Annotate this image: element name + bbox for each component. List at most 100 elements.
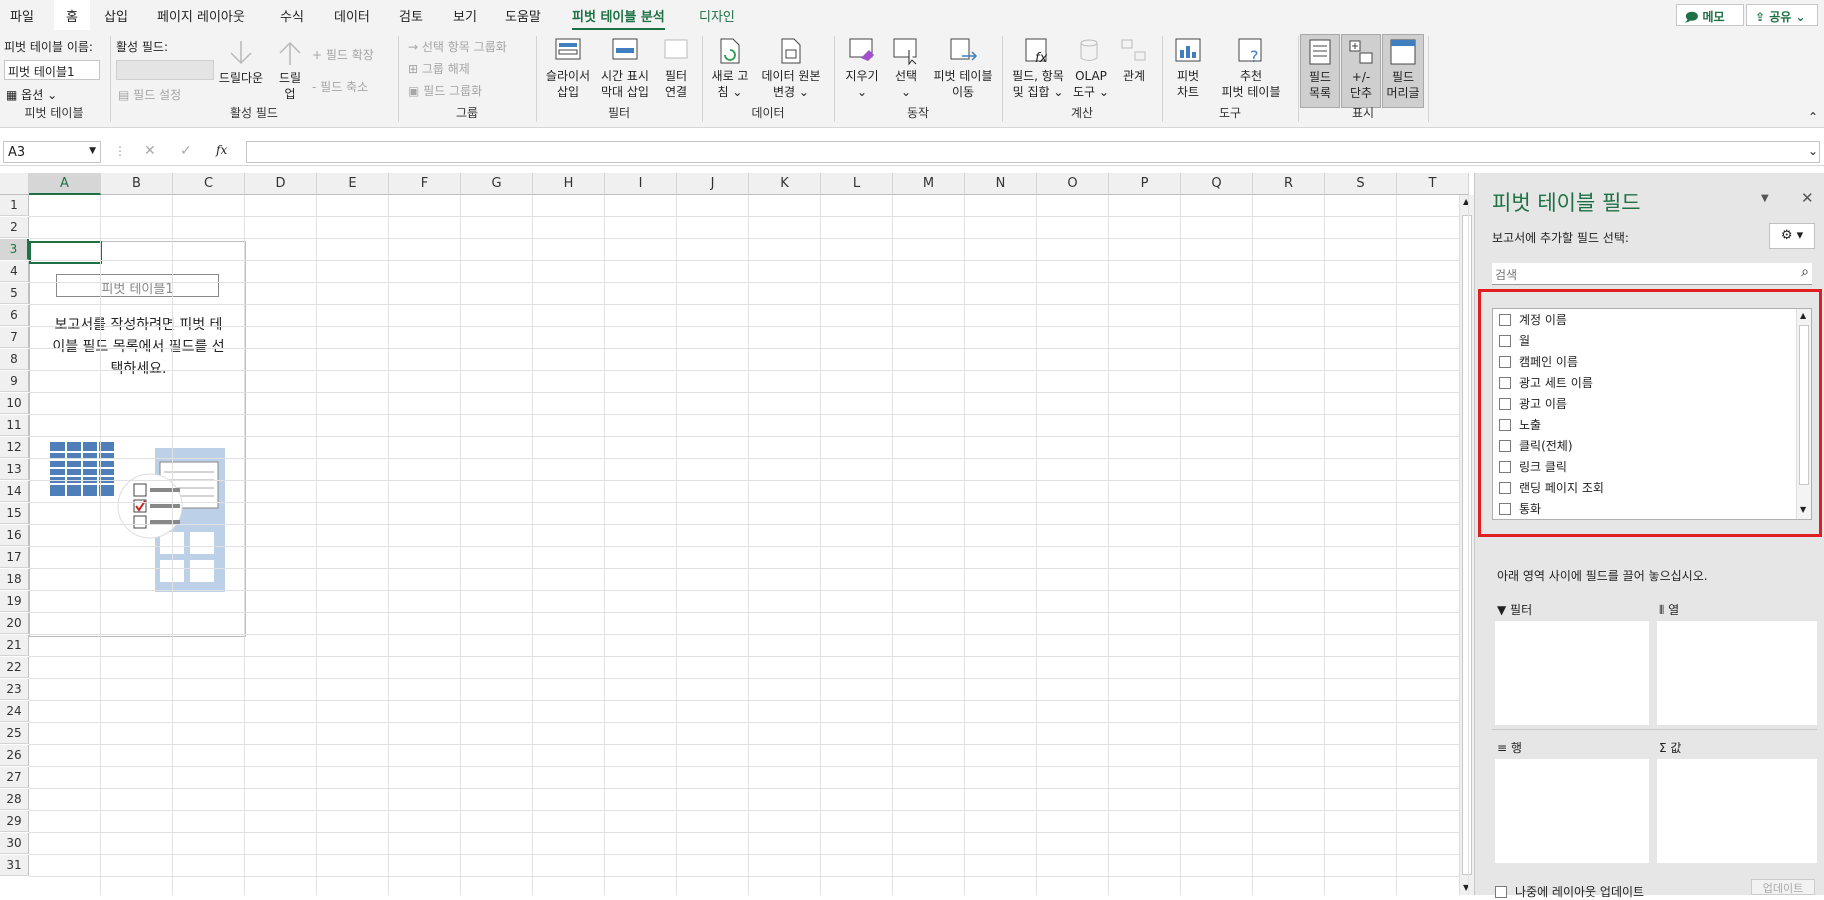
tab-insert[interactable]: 삽입: [104, 6, 128, 25]
row-header[interactable]: 17: [0, 547, 29, 568]
field-item[interactable]: 월: [1499, 332, 1530, 349]
move-pivot-button[interactable]: 피벗 테이블 이동: [928, 36, 998, 100]
tab-design[interactable]: 디자인: [699, 6, 735, 25]
row-header[interactable]: 8: [0, 349, 29, 370]
tab-pivot-analyze[interactable]: 피벗 테이블 분석: [572, 6, 665, 31]
tab-view[interactable]: 보기: [453, 6, 477, 25]
pivot-name-input[interactable]: 피벗 테이블1: [4, 60, 100, 80]
tab-page-layout[interactable]: 페이지 레이아웃: [157, 6, 245, 25]
insert-timeline-button[interactable]: 시간 표시 막대 삽입: [596, 36, 654, 100]
column-header[interactable]: D: [245, 173, 317, 195]
ungroup-button[interactable]: ⊞ 그룹 해제: [408, 60, 470, 77]
insert-function-button[interactable]: fx: [216, 143, 227, 157]
column-header[interactable]: S: [1325, 173, 1397, 195]
row-header[interactable]: 27: [0, 767, 29, 788]
vertical-scrollbar[interactable]: ▲ ▼: [1459, 195, 1474, 895]
row-header[interactable]: 4: [0, 261, 29, 282]
share-button[interactable]: ⇪ 공유 ⌄: [1746, 4, 1818, 26]
drillup-button[interactable]: 드릴 업: [270, 38, 310, 102]
column-header[interactable]: Q: [1181, 173, 1253, 195]
tab-help[interactable]: 도움말: [505, 6, 541, 25]
row-header[interactable]: 28: [0, 789, 29, 810]
column-header[interactable]: N: [965, 173, 1037, 195]
column-header[interactable]: T: [1397, 173, 1469, 195]
formula-input[interactable]: [246, 141, 1820, 163]
close-icon[interactable]: ✕: [1801, 189, 1814, 207]
field-item[interactable]: 통화: [1499, 500, 1541, 517]
row-header[interactable]: 5: [0, 283, 29, 304]
row-header[interactable]: 18: [0, 569, 29, 590]
refresh-button[interactable]: 새로 고침 ⌄: [706, 36, 754, 100]
column-header[interactable]: A: [29, 173, 101, 195]
columns-area[interactable]: [1657, 621, 1817, 725]
row-header[interactable]: 16: [0, 525, 29, 546]
row-header[interactable]: 23: [0, 679, 29, 700]
field-item[interactable]: 광고 이름: [1499, 395, 1567, 412]
group-selection-button[interactable]: → 선택 항목 그룹화: [408, 38, 507, 55]
collapse-field-button[interactable]: - 필드 축소: [312, 78, 368, 95]
checkbox[interactable]: [1499, 502, 1511, 515]
filter-area[interactable]: [1495, 621, 1649, 725]
scroll-down-icon[interactable]: ▼: [1800, 505, 1806, 514]
field-item[interactable]: 클릭(전체): [1499, 437, 1573, 454]
spreadsheet-grid[interactable]: 피벗 테이블1 보고서를 작성하려면 피벗 테 이블 필드 목록에서 필드를 선…: [0, 173, 1474, 895]
defer-update-checkbox[interactable]: 나중에 레이아웃 업데이트: [1495, 883, 1644, 900]
field-item[interactable]: 링크 클릭: [1499, 458, 1567, 475]
row-header[interactable]: 15: [0, 503, 29, 524]
field-list-button[interactable]: 필드 목록: [1300, 34, 1340, 108]
row-header[interactable]: 24: [0, 701, 29, 722]
scrollbar-thumb[interactable]: [1799, 325, 1809, 485]
insert-slicer-button[interactable]: 슬라이서 삽입: [538, 36, 598, 100]
scroll-up-icon[interactable]: ▲: [1800, 311, 1806, 320]
relationships-button[interactable]: 관계: [1114, 36, 1154, 84]
clear-button[interactable]: 지우기 ⌄: [840, 36, 884, 100]
row-header[interactable]: 6: [0, 305, 29, 326]
column-header[interactable]: C: [173, 173, 245, 195]
select-button[interactable]: 선택 ⌄: [886, 36, 926, 100]
checkbox[interactable]: [1499, 355, 1511, 368]
row-header[interactable]: 12: [0, 437, 29, 458]
row-header[interactable]: 11: [0, 415, 29, 436]
field-headers-button[interactable]: 필드 머리글: [1382, 34, 1424, 108]
checkbox[interactable]: [1499, 334, 1511, 347]
column-header[interactable]: B: [101, 173, 173, 195]
row-header[interactable]: 22: [0, 657, 29, 678]
field-item[interactable]: 광고 세트 이름: [1499, 374, 1593, 391]
row-header[interactable]: 20: [0, 613, 29, 634]
row-header[interactable]: 30: [0, 833, 29, 854]
comments-button[interactable]: 🗩 메모: [1676, 4, 1744, 26]
checkbox[interactable]: [1495, 885, 1507, 898]
field-item[interactable]: 계정 이름: [1499, 311, 1567, 328]
column-header[interactable]: I: [605, 173, 677, 195]
enter-icon[interactable]: ✓: [180, 143, 192, 159]
scrollbar-thumb[interactable]: [1462, 215, 1472, 875]
values-area[interactable]: [1657, 759, 1817, 863]
select-all-corner[interactable]: [0, 173, 29, 195]
row-header[interactable]: 31: [0, 855, 29, 876]
rows-area[interactable]: [1495, 759, 1649, 863]
field-item[interactable]: 캠페인 이름: [1499, 353, 1578, 370]
row-header[interactable]: 2: [0, 217, 29, 238]
row-header[interactable]: 9: [0, 371, 29, 392]
tab-review[interactable]: 검토: [399, 6, 423, 25]
field-item[interactable]: 노출: [1499, 416, 1541, 433]
row-header[interactable]: 10: [0, 393, 29, 414]
tab-home[interactable]: 홈: [54, 0, 90, 30]
change-data-source-button[interactable]: 데이터 원본 변경 ⌄: [756, 36, 826, 100]
column-header[interactable]: H: [533, 173, 605, 195]
checkbox[interactable]: [1499, 397, 1511, 410]
update-button[interactable]: 업데이트: [1751, 879, 1815, 895]
field-list-scrollbar[interactable]: ▲ ▼: [1796, 309, 1811, 519]
row-header[interactable]: 1: [0, 195, 29, 216]
row-header[interactable]: 25: [0, 723, 29, 744]
checkbox[interactable]: [1499, 439, 1511, 452]
filter-connections-button[interactable]: 필터 연결: [654, 36, 698, 100]
column-header[interactable]: O: [1037, 173, 1109, 195]
column-header[interactable]: F: [389, 173, 461, 195]
checkbox[interactable]: [1499, 313, 1511, 326]
tab-formulas[interactable]: 수식: [280, 6, 304, 25]
checkbox[interactable]: [1499, 460, 1511, 473]
drilldown-button[interactable]: 드릴다운: [216, 38, 266, 86]
pivot-chart-button[interactable]: 피벗 차트: [1168, 36, 1208, 100]
fields-items-sets-button[interactable]: fx 필드, 항목 및 집합 ⌄: [1008, 36, 1068, 100]
